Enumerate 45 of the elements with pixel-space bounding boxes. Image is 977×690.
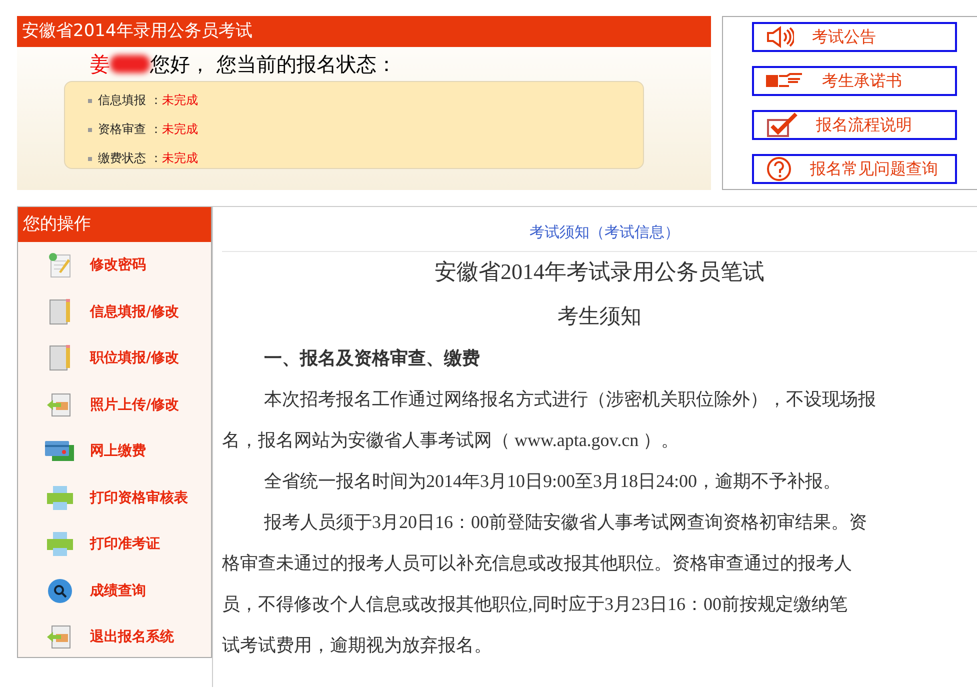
- quick-link-button[interactable]: 考生承诺书: [752, 66, 957, 96]
- status-value: 未完成: [162, 150, 198, 167]
- credit-card-icon: [44, 439, 76, 464]
- status-value: 未完成: [162, 121, 198, 138]
- sidebar-link[interactable]: 信息填报/修改: [90, 302, 180, 321]
- sidebar-link[interactable]: 职位填报/修改: [90, 349, 180, 368]
- redaction-blur: [110, 55, 150, 73]
- checkbox-icon: [766, 112, 798, 138]
- status-label: 缴费状态 ：: [98, 150, 162, 167]
- question-icon: [766, 156, 792, 182]
- paragraph-line: 本次招考报名工作通过网络报名方式进行（涉密机关职位除外），不设现场报: [263, 388, 877, 411]
- status-label: 信息填报 ：: [98, 92, 162, 109]
- sidebar-link[interactable]: 打印准考证: [90, 535, 160, 554]
- sidebar-link[interactable]: 照片上传/修改: [90, 396, 180, 414]
- sidebar-title: 您的操作: [18, 207, 211, 242]
- section-heading: 一、报名及资格审查、缴费: [263, 347, 481, 370]
- printer-icon: [44, 484, 76, 511]
- quick-link-button[interactable]: 报名流程说明: [752, 110, 957, 140]
- paragraph-line: 名，报名网站为安徽省人事考试网（ www.apta.gov.cn ）。: [222, 429, 680, 452]
- sidebar-link[interactable]: 退出报名系统: [90, 628, 174, 646]
- pointing-hand-icon: [766, 73, 804, 89]
- article-subtitle: 考生须知: [556, 303, 642, 330]
- paragraph-line: 报考人员须于3月20日16：00前登陆安徽省人事考试网查询资格初审结果。资: [263, 511, 868, 534]
- sidebar-link[interactable]: 网上缴费: [90, 442, 146, 460]
- paragraph-line: 全省统一报名时间为2014年3月10日9:00至3月18日24:00，逾期不予补报。: [263, 470, 842, 493]
- status-value: 未完成: [162, 92, 198, 109]
- quick-link-button[interactable]: 考试公告: [752, 22, 957, 52]
- user-name: 姜: [90, 50, 110, 78]
- status-label: 资格审查 ：: [98, 121, 162, 138]
- bullet-icon: [88, 128, 92, 132]
- panel-title: 安徽省2014年录用公务员考试: [17, 16, 711, 47]
- sidebar-link[interactable]: 成绩查询: [90, 582, 146, 600]
- quick-link-button[interactable]: 报名常见问题查询: [752, 154, 957, 184]
- bullet-icon: [88, 98, 92, 102]
- speaker-icon: [766, 26, 794, 48]
- paragraph-line: 员，不得修改个人信息或改报其他职位,同时应于3月23日16：00前按规定缴纳笔: [222, 593, 848, 616]
- breadcrumb-link[interactable]: 考试须知（考试信息）: [530, 223, 680, 241]
- printer-icon: [44, 531, 76, 558]
- paragraph-line: 试考试费用，逾期视为放弃报名。: [222, 634, 493, 657]
- sidebar-link[interactable]: 修改密码: [90, 256, 146, 274]
- article-title: 安徽省2014年考试录用公务员笔试: [434, 258, 766, 286]
- paragraph-line: 格审查未通过的报考人员可以补充信息或改报其他职位。资格审查通过的报考人: [222, 552, 853, 575]
- sidebar-link[interactable]: 打印资格审核表: [90, 488, 188, 507]
- greeting-text: 您好， 您当前的报名状态：: [150, 50, 396, 78]
- bullet-icon: [88, 156, 92, 160]
